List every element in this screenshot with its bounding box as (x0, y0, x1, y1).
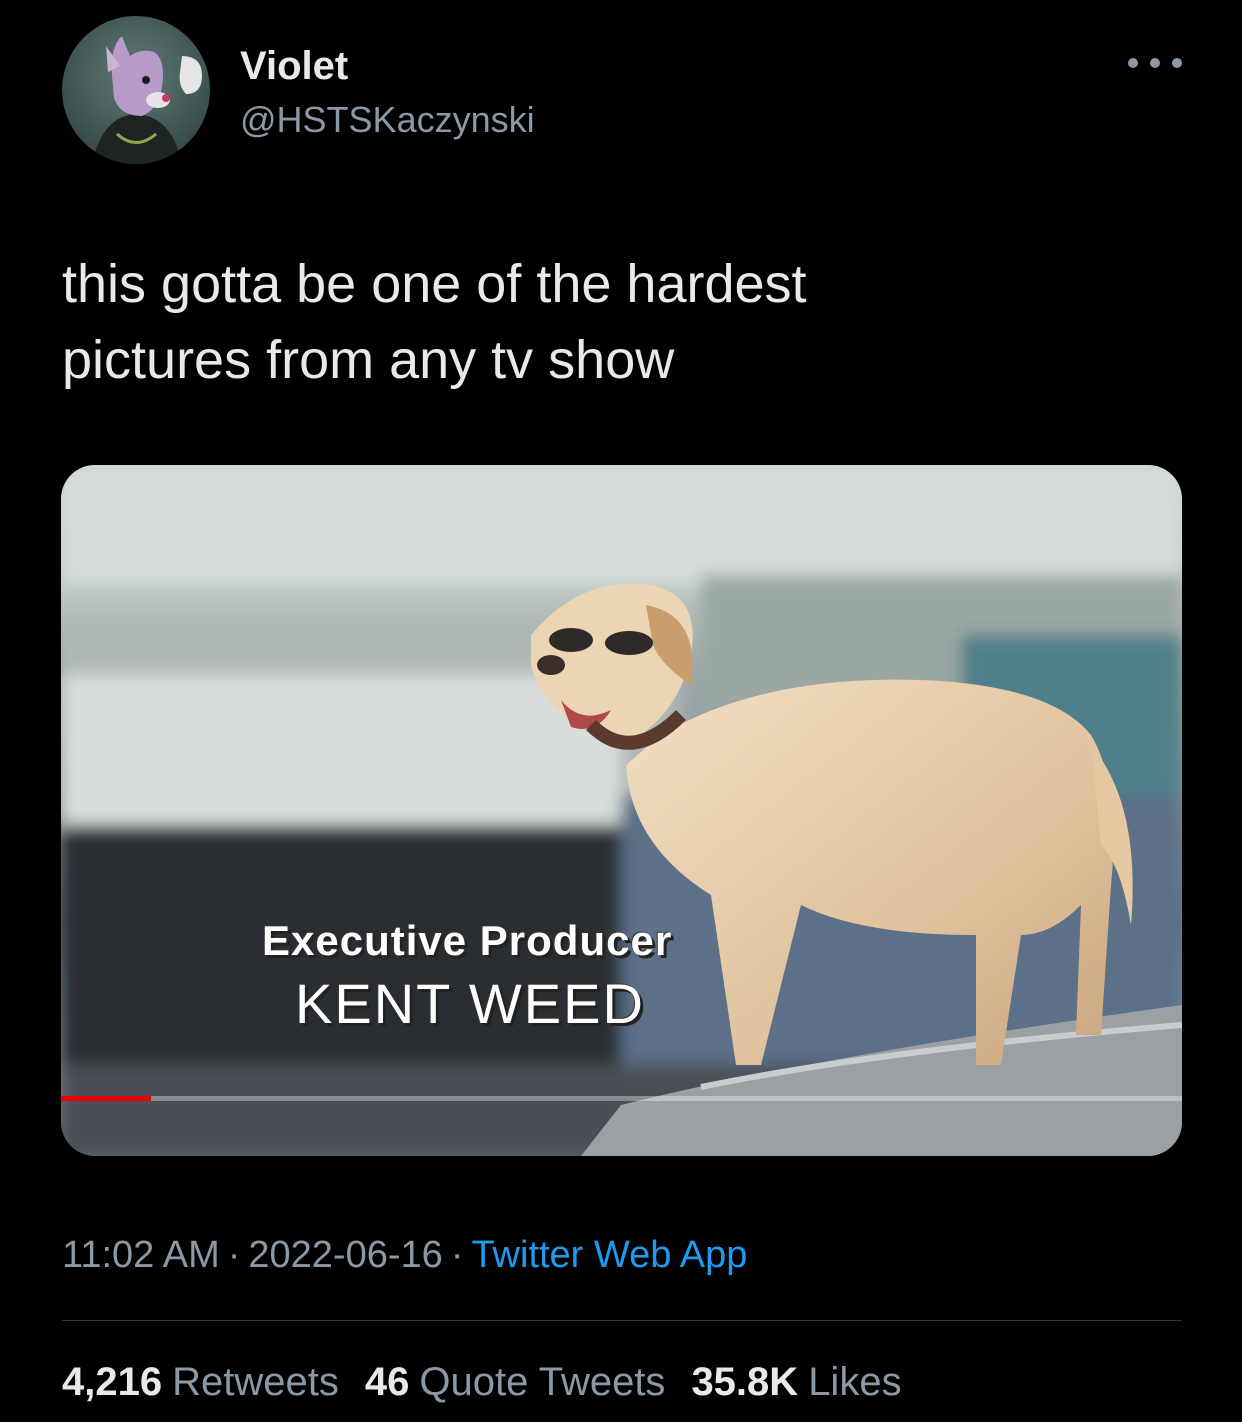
quote-tweets-label: Quote Tweets (419, 1360, 666, 1404)
likes-count: 35.8K (691, 1360, 799, 1404)
quote-tweets-stat[interactable]: 46 Quote Tweets (365, 1356, 666, 1408)
separator: · (450, 1234, 464, 1276)
video-caption-role: Executive Producer (262, 917, 673, 964)
dot (1128, 58, 1138, 68)
dot (1150, 58, 1160, 68)
video-progress-track[interactable] (61, 1096, 1182, 1101)
video-caption-name: KENT WEED (295, 972, 645, 1035)
dog-on-boat-image (61, 465, 1182, 1156)
likes-stat[interactable]: 35.8K Likes (691, 1356, 901, 1408)
avatar[interactable] (62, 16, 210, 164)
video-progress-fill (61, 1096, 151, 1101)
retweets-count: 4,216 (62, 1360, 163, 1404)
user-handle[interactable]: @HSTSKaczynski (240, 98, 535, 142)
tweet-meta: 11:02 AM · 2022-06-16 · Twitter Web App (62, 1230, 747, 1280)
tweet-text: this gotta be one of the hardest picture… (62, 254, 807, 390)
separator: · (227, 1234, 241, 1276)
divider (62, 1320, 1182, 1321)
dot (1172, 58, 1182, 68)
tweet-stats: 4,216 Retweets 46 Quote Tweets 35.8K Likes (62, 1356, 902, 1408)
more-options-icon[interactable] (1128, 48, 1182, 78)
tweet-source-link[interactable]: Twitter Web App (471, 1234, 747, 1276)
retweets-label: Retweets (172, 1360, 339, 1404)
retweets-stat[interactable]: 4,216 Retweets (62, 1356, 339, 1408)
likes-label: Likes (808, 1360, 902, 1404)
tweet-date[interactable]: 2022-06-16 (248, 1234, 442, 1276)
display-name[interactable]: Violet (240, 42, 348, 90)
tweet-time[interactable]: 11:02 AM (62, 1234, 220, 1276)
tweet-media-image[interactable] (61, 465, 1182, 1156)
quote-tweets-count: 46 (364, 1360, 410, 1404)
